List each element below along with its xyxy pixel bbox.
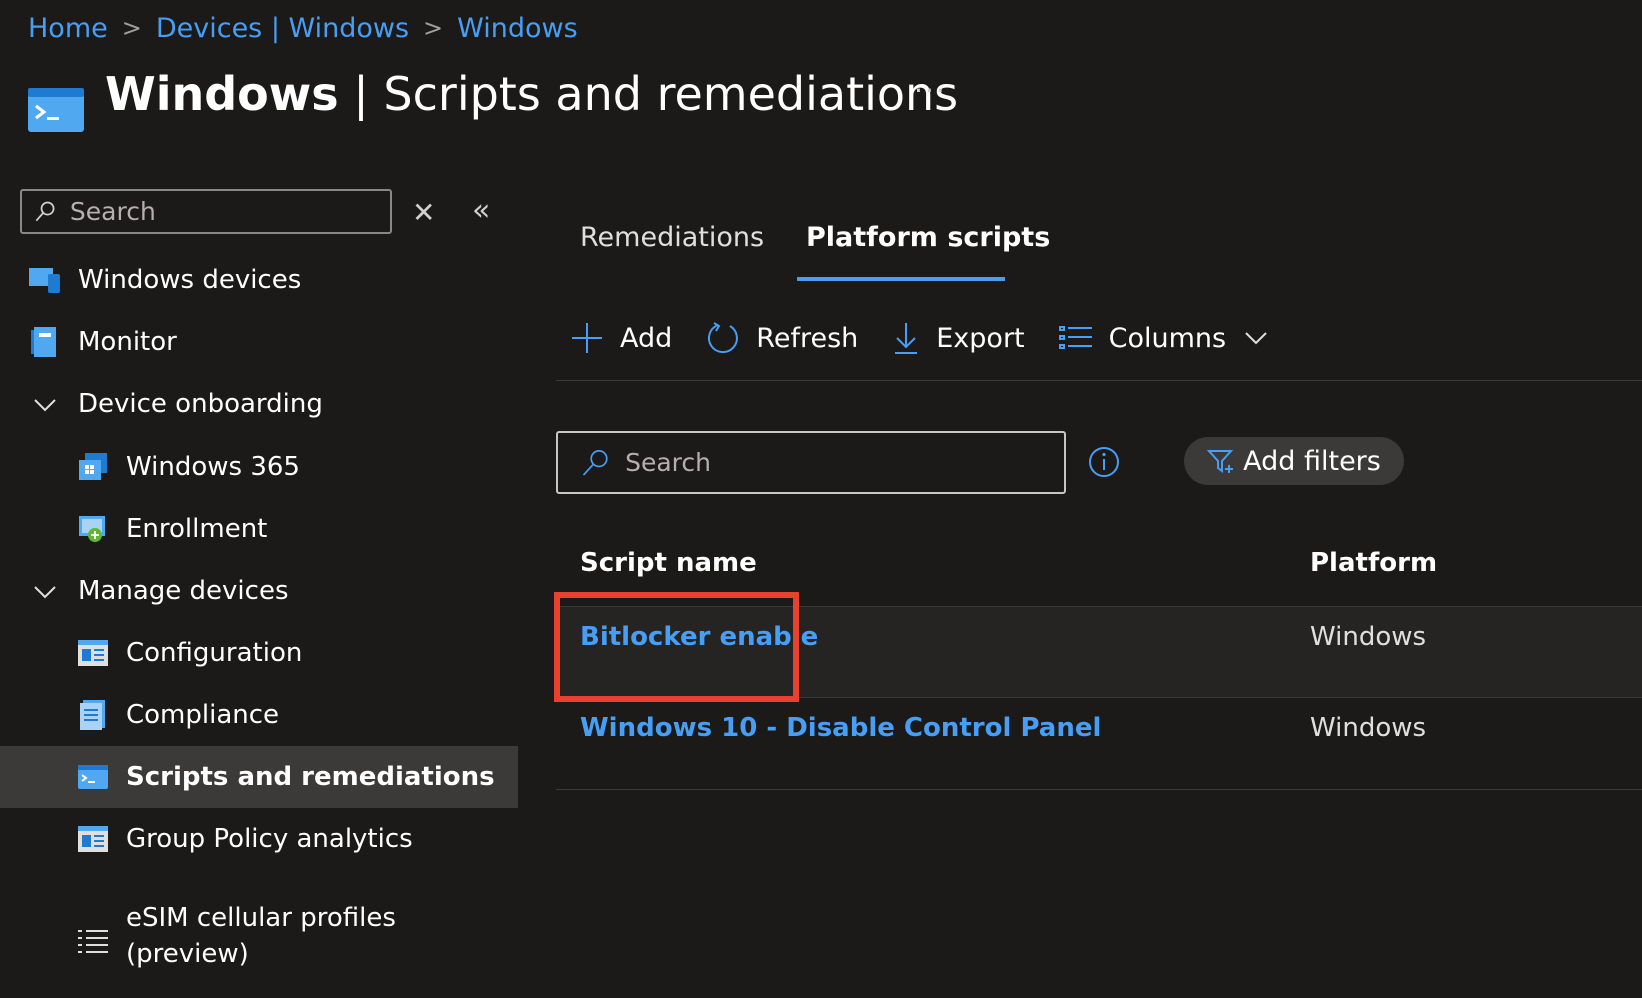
- page-title: Windows | Scripts and remediations: [105, 64, 958, 124]
- sidebar-item-device-onboarding[interactable]: Device onboarding: [0, 373, 518, 435]
- sidebar-item-enrollment[interactable]: Enrollment: [0, 498, 518, 560]
- columns-button-label: Columns: [1108, 322, 1227, 354]
- sidebar-item-esim-cellular-profiles[interactable]: eSIM cellular profiles (preview): [0, 900, 518, 990]
- sidebar-item-label: Monitor: [78, 327, 177, 357]
- breadcrumb: Home > Devices | Windows > Windows: [28, 8, 578, 48]
- table-row: Windows 10 - Disable Control Panel Windo…: [556, 698, 1642, 790]
- group-policy-icon: [76, 822, 110, 856]
- columns-list-icon: [1058, 325, 1093, 351]
- chevron-down-icon: [28, 577, 62, 605]
- sidebar-item-label: Device onboarding: [78, 389, 323, 419]
- sidebar-item-label: Manage devices: [78, 576, 289, 606]
- breadcrumb-devices-windows[interactable]: Devices | Windows: [156, 13, 409, 44]
- breadcrumb-home[interactable]: Home: [28, 13, 108, 44]
- sidebar-item-monitor[interactable]: Monitor: [0, 311, 518, 373]
- tab-platform-scripts[interactable]: Platform scripts: [806, 222, 1050, 253]
- annotation-highlight-box: [554, 592, 799, 702]
- tab-active-indicator: [797, 277, 1005, 281]
- enrollment-icon: [76, 512, 110, 546]
- sidebar-item-group-policy-analytics[interactable]: Group Policy analytics: [0, 808, 518, 870]
- sidebar-item-windows-365[interactable]: Windows 365: [0, 436, 518, 498]
- sidebar-item-label: eSIM cellular profiles: [126, 903, 396, 933]
- column-header-script-name[interactable]: Script name: [580, 548, 757, 578]
- sidebar-item-label: Group Policy analytics: [126, 824, 413, 854]
- monitor-icon: [28, 325, 62, 359]
- search-icon: [582, 449, 608, 476]
- export-button-label: Export: [936, 322, 1025, 354]
- refresh-icon: [706, 321, 740, 355]
- chevron-down-icon: [28, 390, 62, 418]
- breadcrumb-windows[interactable]: Windows: [457, 13, 578, 44]
- add-filters-label: Add filters: [1243, 445, 1381, 477]
- add-button[interactable]: Add: [570, 321, 672, 355]
- add-button-label: Add: [620, 322, 673, 354]
- sidebar-search-box[interactable]: [20, 189, 392, 234]
- tab-remediations[interactable]: Remediations: [580, 222, 764, 253]
- export-button[interactable]: Export: [892, 321, 1025, 355]
- sidebar-item-label: Windows devices: [78, 265, 302, 295]
- configuration-icon: [76, 636, 110, 670]
- sidebar-item-label: Scripts and remediations: [126, 762, 495, 792]
- script-terminal-icon: [76, 760, 110, 794]
- add-filters-button[interactable]: Add filters: [1184, 437, 1404, 485]
- sidebar-item-label: Configuration: [126, 638, 303, 668]
- refresh-button-label: Refresh: [756, 322, 859, 354]
- platform-cell: Windows: [1310, 713, 1427, 743]
- page-title-bold: Windows: [105, 67, 339, 121]
- chevron-right-icon: >: [121, 14, 142, 42]
- sidebar-item-scripts-and-remediations[interactable]: Scripts and remediations: [0, 746, 518, 808]
- chevron-down-icon: [1244, 331, 1268, 345]
- script-name-link[interactable]: Windows 10 - Disable Control Panel: [580, 713, 1101, 743]
- sidebar-item-windows-devices[interactable]: Windows devices: [0, 249, 518, 311]
- sidebar-item-label-group: eSIM cellular profiles (preview): [126, 900, 396, 972]
- sidebar-item-label-secondary: (preview): [126, 939, 249, 969]
- sidebar-search-input[interactable]: [67, 196, 390, 227]
- collapse-sidebar-icon[interactable]: «: [472, 193, 490, 228]
- script-search-input[interactable]: [623, 447, 1064, 478]
- platform-cell: Windows: [1310, 622, 1427, 652]
- list-icon: [76, 924, 110, 958]
- info-icon[interactable]: [1088, 446, 1120, 478]
- chevron-right-icon: >: [423, 14, 444, 42]
- toolbar-divider: [556, 380, 1642, 381]
- sidebar-item-label: Enrollment: [126, 514, 268, 544]
- columns-button[interactable]: Columns: [1058, 322, 1268, 354]
- download-icon: [892, 321, 920, 355]
- filter-icon: [1207, 447, 1235, 475]
- search-icon: [35, 201, 55, 221]
- plus-icon: [570, 321, 604, 355]
- sidebar-item-compliance[interactable]: Compliance: [0, 684, 518, 746]
- sidebar-item-label: Windows 365: [126, 452, 300, 482]
- sidebar-item-configuration[interactable]: Configuration: [0, 622, 518, 684]
- toolbar: Add Refresh Export Columns: [570, 316, 1302, 360]
- page-title-rest: | Scripts and remediations: [338, 67, 959, 121]
- column-header-platform[interactable]: Platform: [1310, 548, 1437, 578]
- refresh-button[interactable]: Refresh: [706, 321, 858, 355]
- script-terminal-icon: [28, 88, 84, 132]
- compliance-icon: [76, 698, 110, 732]
- windows-365-icon: [76, 450, 110, 484]
- close-icon[interactable]: ✕: [412, 196, 435, 229]
- more-options-button[interactable]: ···: [914, 74, 947, 107]
- sidebar-item-manage-devices[interactable]: Manage devices: [0, 560, 518, 622]
- windows-devices-icon: [28, 263, 62, 297]
- script-search-box[interactable]: [556, 431, 1066, 494]
- sidebar-item-label: Compliance: [126, 700, 280, 730]
